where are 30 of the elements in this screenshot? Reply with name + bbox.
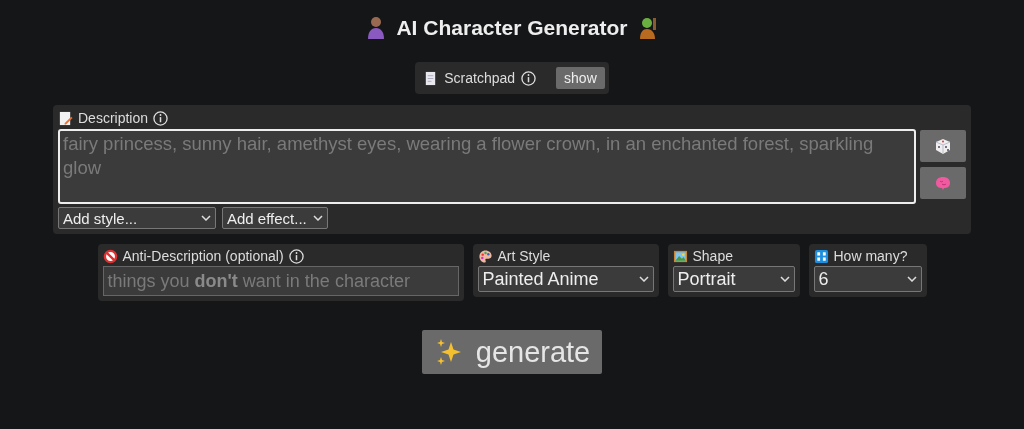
info-icon[interactable] xyxy=(153,110,169,126)
option-label: Art Style xyxy=(497,248,551,264)
memo-icon xyxy=(58,110,73,126)
prohibited-icon xyxy=(102,248,118,264)
keycap-icon xyxy=(813,248,829,264)
show-button[interactable]: show xyxy=(556,67,605,89)
dice-icon xyxy=(933,136,953,156)
chevron-icon xyxy=(312,215,323,221)
page-title: AI Character Generator xyxy=(396,16,628,40)
chevron-icon xyxy=(201,215,211,221)
chevron-icon xyxy=(779,276,790,282)
info-icon[interactable] xyxy=(288,248,304,264)
palette-icon xyxy=(477,248,493,264)
option-label: How many? xyxy=(833,248,908,264)
info-icon[interactable] xyxy=(521,70,537,86)
option-label: Shape xyxy=(692,248,733,264)
landscape-icon xyxy=(672,248,688,264)
chevron-icon xyxy=(906,276,917,282)
chevron-icon xyxy=(638,276,649,282)
effect-select[interactable]: Add effect... xyxy=(222,207,328,229)
dice-button[interactable] xyxy=(920,130,966,162)
option-select[interactable]: 6 xyxy=(813,266,922,292)
option-select[interactable]: Portrait xyxy=(672,266,795,292)
figure-icon xyxy=(366,16,387,40)
anti-description-label: Anti-Description (optional) xyxy=(122,248,284,264)
generate-button[interactable]: generate xyxy=(421,330,603,374)
style-select[interactable]: Add style... xyxy=(58,207,216,229)
description-label: Description xyxy=(78,110,149,126)
scratchpad-label: Scratchpad xyxy=(444,70,516,86)
option-select[interactable]: Painted Anime xyxy=(477,266,654,292)
